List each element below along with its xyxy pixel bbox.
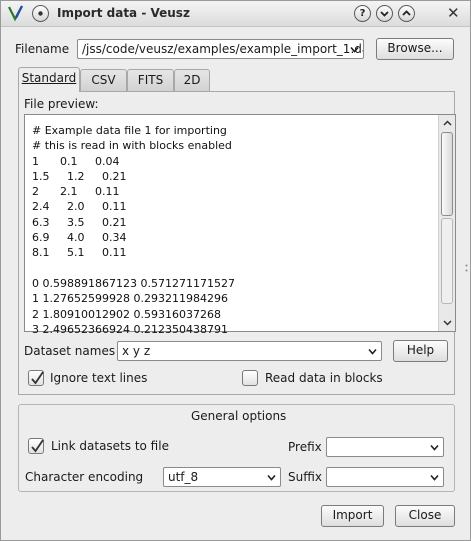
encoding-label: Character encoding <box>25 470 144 484</box>
minimize-icon[interactable] <box>376 5 393 22</box>
splitter-handle-icon[interactable] <box>465 264 468 272</box>
browse-button[interactable]: Browse... <box>376 38 454 60</box>
window-menu-icon[interactable] <box>32 5 49 22</box>
scrollbar-thumb[interactable] <box>441 132 453 216</box>
tab-label: CSV <box>91 73 116 87</box>
help-button[interactable]: Help <box>393 340 448 362</box>
tab-2d[interactable]: 2D <box>174 69 210 91</box>
chevron-down-icon <box>430 444 439 451</box>
checkmark-icon <box>31 439 44 453</box>
window-title: Import data - Veusz <box>57 6 190 20</box>
encoding-value: utf_8 <box>168 470 199 484</box>
filename-label: Filename <box>15 42 70 56</box>
help-icon[interactable]: ? <box>354 5 371 22</box>
link-datasets-label: Link datasets to file <box>51 439 169 453</box>
import-button[interactable]: Import <box>321 505 384 527</box>
tab-label: 2D <box>183 73 201 87</box>
veusz-logo-icon <box>8 5 23 22</box>
encoding-combo[interactable]: utf_8 <box>163 467 281 487</box>
prefix-label: Prefix <box>288 440 322 454</box>
maximize-icon[interactable] <box>398 5 415 22</box>
tab-csv[interactable]: CSV <box>80 69 127 91</box>
read-blocks-checkbox[interactable] <box>242 370 258 386</box>
chevron-down-icon <box>368 348 377 355</box>
tab-fits[interactable]: FITS <box>127 69 174 91</box>
chevron-down-icon <box>267 474 276 481</box>
chevron-down-icon <box>350 46 359 53</box>
link-datasets-checkbox[interactable] <box>28 438 44 454</box>
file-preview-label: File preview: <box>24 97 99 111</box>
ignore-text-checkbox[interactable] <box>28 370 44 386</box>
close-window-icon[interactable]: ✕ <box>447 4 460 22</box>
title-bar[interactable]: Import data - Veusz ? ✕ <box>1 1 470 27</box>
general-options-title: General options <box>191 409 287 423</box>
tab-label: FITS <box>137 73 164 87</box>
scroll-up-icon[interactable] <box>441 117 454 130</box>
close-button[interactable]: Close <box>395 505 455 527</box>
filename-combo[interactable]: /jss/code/veusz/examples/example_import_… <box>77 39 364 59</box>
scrollbar-track[interactable] <box>441 218 453 304</box>
tab-standard[interactable]: Standard <box>18 67 80 92</box>
read-blocks-label: Read data in blocks <box>265 371 383 385</box>
prefix-combo[interactable] <box>326 437 444 457</box>
preview-scrollbar[interactable] <box>438 115 455 331</box>
checkmark-icon <box>31 371 44 385</box>
import-dialog: Import data - Veusz ? ✕ Filename /jss/co… <box>0 0 471 541</box>
dataset-names-combo[interactable]: x y z <box>117 341 382 361</box>
file-preview-box[interactable]: # Example data file 1 for importing # th… <box>24 114 456 336</box>
dataset-names-label: Dataset names <box>24 344 116 358</box>
suffix-combo[interactable] <box>326 467 444 487</box>
dataset-names-value: x y z <box>122 344 151 358</box>
file-preview-text: # Example data file 1 for importing # th… <box>32 124 235 336</box>
tab-label: Standard <box>21 71 77 85</box>
chevron-down-icon <box>430 474 439 481</box>
ignore-text-label: Ignore text lines <box>50 371 148 385</box>
filename-value: /jss/code/veusz/examples/example_import_… <box>82 42 364 56</box>
suffix-label: Suffix <box>288 470 322 484</box>
scroll-down-icon[interactable] <box>441 316 454 329</box>
